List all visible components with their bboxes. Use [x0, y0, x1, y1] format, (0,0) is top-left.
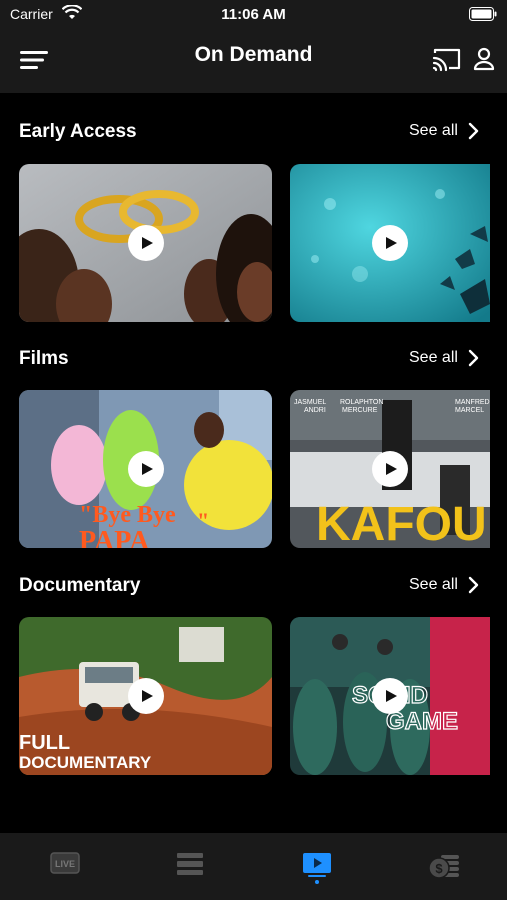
live-label: LIVE	[55, 859, 75, 869]
tab-guide[interactable]	[140, 833, 240, 900]
section-header-films: Films See all	[0, 344, 507, 378]
chevron-right-icon	[468, 122, 479, 140]
video-card[interactable]: SQUID GAME	[290, 617, 490, 775]
see-all-label: See all	[409, 349, 458, 366]
cast-icon[interactable]	[432, 46, 462, 72]
profile-icon[interactable]	[472, 46, 496, 72]
tab-pay-per-view[interactable]: $	[394, 833, 494, 900]
see-all-label: See all	[409, 122, 458, 139]
section-title: Films	[19, 348, 69, 369]
coins-dollar-icon: $	[428, 855, 459, 879]
credit-3b: MARCEL	[455, 407, 484, 414]
title-overlay-2: DOCUMENTARY	[19, 753, 152, 772]
video-card[interactable]: JASMUEL ANDRI ROLAPHTON MERCURE MANFRED …	[290, 390, 490, 548]
play-button[interactable]	[372, 678, 408, 714]
play-icon	[386, 237, 397, 249]
on-demand-play-icon	[303, 853, 331, 877]
credit-1: JASMUEL	[294, 399, 326, 406]
see-all-button[interactable]: See all	[409, 349, 480, 367]
play-button[interactable]	[127, 451, 164, 487]
section-header-documentary: Documentary See all	[0, 571, 507, 605]
credit-1b: ANDRI	[304, 407, 326, 414]
section-title: Documentary	[19, 575, 141, 596]
section-header-early-access: Early Access See all	[0, 117, 507, 151]
carousel-films[interactable]: "Bye Bye PAPA " JASMUEL ANDRI ROLAPHTON …	[0, 390, 507, 548]
see-all-button[interactable]: See all	[409, 122, 480, 140]
carousel-documentary[interactable]: FULL DOCUMENTARY SQUID	[0, 617, 507, 775]
title-overlay-2: PAPA	[79, 526, 150, 548]
video-card[interactable]	[290, 164, 490, 322]
play-icon	[386, 690, 397, 702]
video-card[interactable]	[19, 164, 272, 322]
play-button[interactable]	[127, 678, 164, 714]
video-card[interactable]: "Bye Bye PAPA "	[19, 390, 272, 548]
tab-bar: LIVE $	[0, 833, 507, 900]
credit-3: MANFRED	[455, 399, 490, 406]
clock: 11:06 AM	[221, 6, 286, 23]
play-icon	[141, 690, 153, 702]
play-button[interactable]	[127, 225, 164, 261]
play-icon	[141, 237, 153, 249]
play-icon	[386, 463, 397, 475]
on-demand-content[interactable]: Early Access See all Films See all "Bye …	[0, 93, 507, 833]
title-overlay-3: "	[197, 508, 209, 533]
title-overlay-1: "Bye Bye	[79, 502, 176, 528]
guide-list-icon	[177, 853, 203, 875]
page-title: On Demand	[194, 43, 313, 66]
title-overlay: KAFOU	[316, 498, 487, 548]
battery-icon	[469, 7, 497, 21]
tab-on-demand[interactable]	[267, 833, 367, 900]
video-card[interactable]: FULL DOCUMENTARY	[19, 617, 272, 775]
play-icon	[141, 463, 153, 475]
svg-text:$: $	[435, 861, 443, 876]
active-tab-indicator	[315, 880, 319, 884]
play-button[interactable]	[372, 225, 408, 261]
navigation-bar: On Demand	[0, 30, 507, 93]
credit-2: ROLAPHTON	[340, 399, 383, 406]
play-button[interactable]	[372, 451, 408, 487]
see-all-button[interactable]: See all	[409, 576, 480, 594]
chevron-right-icon	[468, 349, 479, 367]
tab-live[interactable]: LIVE	[15, 833, 115, 900]
section-title: Early Access	[19, 121, 137, 142]
credit-2b: MERCURE	[342, 407, 378, 414]
see-all-label: See all	[409, 576, 458, 593]
live-tv-icon: LIVE	[50, 852, 80, 874]
carousel-early-access[interactable]	[0, 164, 507, 322]
status-bar: Carrier 11:06 AM	[0, 0, 507, 30]
chevron-right-icon	[468, 576, 479, 594]
title-overlay-1: FULL	[19, 732, 70, 754]
